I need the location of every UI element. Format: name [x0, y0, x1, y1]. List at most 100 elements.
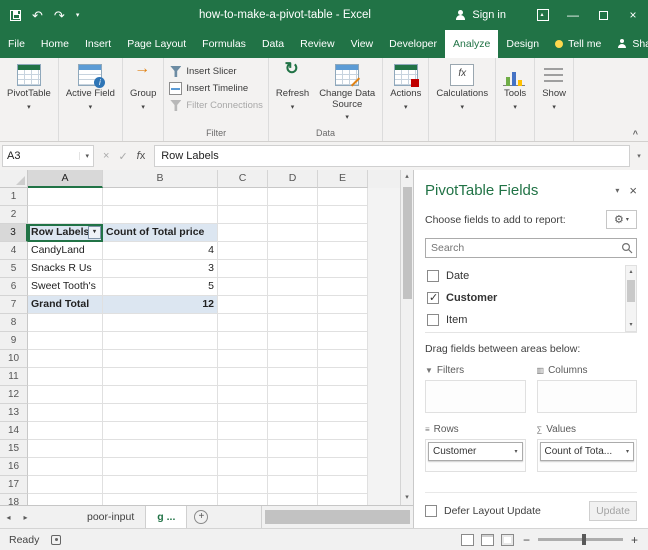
- row-header-15[interactable]: 15: [0, 440, 28, 458]
- cell-a4[interactable]: CandyLand: [28, 242, 103, 260]
- cell-e12[interactable]: [318, 386, 368, 404]
- undo-icon[interactable]: ↶: [32, 9, 43, 22]
- field-list-scroll-thumb[interactable]: [627, 280, 635, 302]
- cell-c15[interactable]: [218, 440, 268, 458]
- cell-b9[interactable]: [103, 332, 218, 350]
- update-button[interactable]: Update: [589, 501, 637, 521]
- ribbon-tab-formulas[interactable]: Formulas: [194, 30, 254, 58]
- cell-e11[interactable]: [318, 368, 368, 386]
- cell-a18[interactable]: [28, 494, 103, 505]
- cell-c16[interactable]: [218, 458, 268, 476]
- row-header-3[interactable]: 3: [0, 224, 28, 242]
- cell-b15[interactable]: [103, 440, 218, 458]
- page-layout-view-icon[interactable]: [480, 533, 494, 546]
- row-header-8[interactable]: 8: [0, 314, 28, 332]
- ribbon-tab-home[interactable]: Home: [33, 30, 77, 58]
- ribbon-tab-review[interactable]: Review: [292, 30, 342, 58]
- search-icon[interactable]: [618, 242, 636, 254]
- rows-drop-area[interactable]: Customer ▾: [425, 439, 526, 472]
- cell-d6[interactable]: [268, 278, 318, 296]
- sheet-nav-left-icon[interactable]: ◂: [0, 506, 17, 528]
- field-item-customer[interactable]: Customer: [425, 287, 623, 309]
- sheet-tab-poor-input[interactable]: poor-input: [76, 506, 147, 528]
- cell-d12[interactable]: [268, 386, 318, 404]
- row-header-12[interactable]: 12: [0, 386, 28, 404]
- cell-b16[interactable]: [103, 458, 218, 476]
- zoom-thumb[interactable]: [582, 534, 587, 545]
- cell-a9[interactable]: [28, 332, 103, 350]
- refresh-button[interactable]: Refresh ▾: [272, 60, 313, 124]
- field-pill-customer[interactable]: Customer ▾: [428, 442, 523, 461]
- cell-b1[interactable]: [103, 188, 218, 206]
- cell-c3[interactable]: [218, 224, 268, 242]
- cell-e10[interactable]: [318, 350, 368, 368]
- cell-c6[interactable]: [218, 278, 268, 296]
- cell-e15[interactable]: [318, 440, 368, 458]
- row-header-6[interactable]: 6: [0, 278, 28, 296]
- select-all-corner[interactable]: [0, 170, 28, 188]
- cell-e6[interactable]: [318, 278, 368, 296]
- field-item-item[interactable]: Item: [425, 309, 623, 331]
- cell-c14[interactable]: [218, 422, 268, 440]
- cell-a10[interactable]: [28, 350, 103, 368]
- cell-b13[interactable]: [103, 404, 218, 422]
- normal-view-icon[interactable]: [460, 533, 474, 546]
- cell-c5[interactable]: [218, 260, 268, 278]
- zoom-slider[interactable]: [537, 534, 623, 545]
- cell-d11[interactable]: [268, 368, 318, 386]
- scroll-up-icon[interactable]: ▴: [629, 266, 632, 278]
- field-item-date[interactable]: Date: [425, 265, 623, 287]
- active-field-button[interactable]: Active Field ▾: [62, 60, 119, 113]
- cancel-icon[interactable]: ×: [103, 150, 109, 162]
- zoom-out-icon[interactable]: −: [523, 533, 530, 547]
- cell-a17[interactable]: [28, 476, 103, 494]
- cell-e7[interactable]: [318, 296, 368, 314]
- field-pill-count-of-tota[interactable]: Count of Tota... ▾: [539, 442, 634, 461]
- cell-a1[interactable]: [28, 188, 103, 206]
- change-data-source-button[interactable]: Change Data Source ▾: [315, 60, 379, 124]
- row-header-1[interactable]: 1: [0, 188, 28, 206]
- checkbox-date[interactable]: [427, 270, 439, 282]
- cell-b2[interactable]: [103, 206, 218, 224]
- cell-d9[interactable]: [268, 332, 318, 350]
- cell-a8[interactable]: [28, 314, 103, 332]
- cell-b6[interactable]: 5: [103, 278, 218, 296]
- row-header-7[interactable]: 7: [0, 296, 28, 314]
- cell-e2[interactable]: [318, 206, 368, 224]
- cell-d10[interactable]: [268, 350, 318, 368]
- cell-c11[interactable]: [218, 368, 268, 386]
- fields-options-button[interactable]: ⚙ ▾: [606, 210, 637, 229]
- defer-layout-checkbox[interactable]: [425, 505, 437, 517]
- row-header-18[interactable]: 18: [0, 494, 28, 505]
- cell-d15[interactable]: [268, 440, 318, 458]
- cell-c10[interactable]: [218, 350, 268, 368]
- show-button[interactable]: Show ▾: [538, 60, 570, 113]
- vertical-scroll-thumb[interactable]: [402, 187, 412, 299]
- cell-c12[interactable]: [218, 386, 268, 404]
- cell-d5[interactable]: [268, 260, 318, 278]
- cell-c4[interactable]: [218, 242, 268, 260]
- cell-d7[interactable]: [268, 296, 318, 314]
- cell-b18[interactable]: [103, 494, 218, 505]
- row-header-5[interactable]: 5: [0, 260, 28, 278]
- insert-function-icon[interactable]: fx: [137, 150, 146, 162]
- cell-e17[interactable]: [318, 476, 368, 494]
- column-header-a[interactable]: A: [28, 170, 103, 188]
- maximize-button[interactable]: [588, 0, 618, 30]
- cell-a15[interactable]: [28, 440, 103, 458]
- cell-b7[interactable]: 12: [103, 296, 218, 314]
- ribbon-tab-tell-me[interactable]: Tell me: [547, 30, 609, 58]
- cell-d14[interactable]: [268, 422, 318, 440]
- actions-button[interactable]: Actions ▾: [386, 60, 425, 113]
- cell-e3[interactable]: [318, 224, 368, 242]
- ribbon-tab-developer[interactable]: Developer: [381, 30, 445, 58]
- cell-d16[interactable]: [268, 458, 318, 476]
- pane-close-icon[interactable]: ×: [629, 183, 637, 198]
- checkbox-item[interactable]: [427, 314, 439, 326]
- scroll-down-icon[interactable]: ▾: [405, 491, 409, 505]
- cell-e16[interactable]: [318, 458, 368, 476]
- ribbon-tab-page-layout[interactable]: Page Layout: [119, 30, 194, 58]
- search-input[interactable]: [426, 242, 618, 254]
- cell-c1[interactable]: [218, 188, 268, 206]
- row-header-11[interactable]: 11: [0, 368, 28, 386]
